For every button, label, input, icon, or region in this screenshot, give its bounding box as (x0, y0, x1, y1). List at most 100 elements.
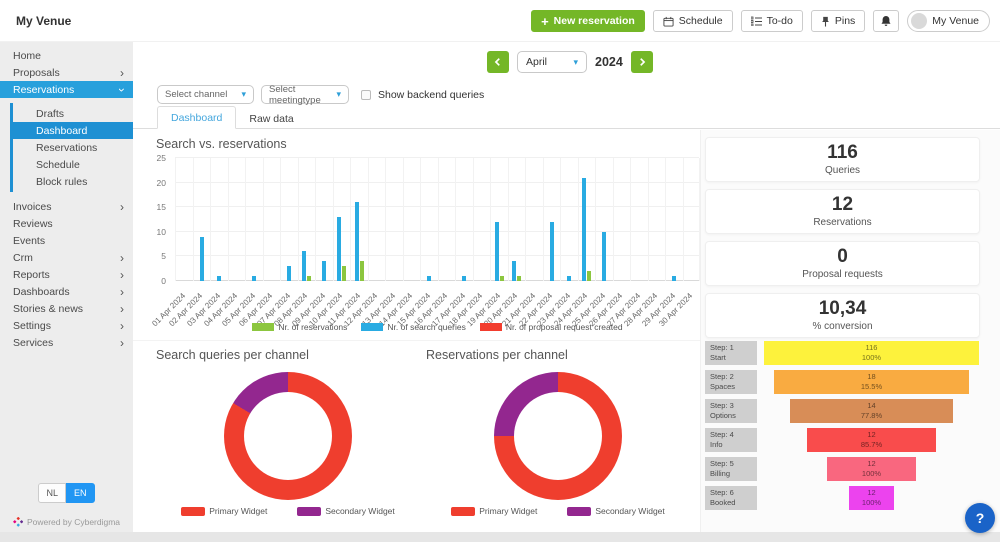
lang-nl-button[interactable]: NL (38, 483, 66, 503)
sidebar-item-label: Stories & news (13, 303, 83, 315)
sidebar-item-reviews[interactable]: Reviews (0, 215, 133, 232)
sidebar-item-schedule[interactable]: Schedule (13, 156, 133, 173)
month-select[interactable]: April ▾ (517, 51, 587, 73)
sidebar-item-label: Reviews (13, 218, 53, 230)
sidebar-item-label: Services (13, 337, 53, 349)
funnel-percent: 100% (862, 498, 881, 508)
sidebar-nav: HomeProposals›Reservations›DraftsDashboa… (0, 42, 133, 351)
legend-item-nr-of-proposal-request-created[interactable]: Nr. of proposal request created (480, 322, 623, 332)
todo-button[interactable]: To-do (741, 10, 803, 32)
sidebar-item-crm[interactable]: Crm› (0, 249, 133, 266)
calendar-icon (663, 16, 674, 27)
legend-swatch (361, 323, 383, 331)
y-axis-label: 20 (157, 179, 166, 188)
legend-label: Nr. of proposal request created (506, 322, 623, 332)
chevron-down-icon: ▾ (241, 89, 246, 100)
funnel-bar: 1285.7% (807, 428, 935, 452)
stat-card-proposal-requests: 0Proposal requests (705, 241, 980, 286)
chart-day-slot (298, 158, 316, 281)
lang-en-button[interactable]: EN (66, 483, 95, 503)
legend-item-primary-widget[interactable]: Primary Widget (181, 506, 267, 516)
y-axis: 0510152025 (148, 158, 170, 281)
stat-card-reservations: 12Reservations (705, 189, 980, 234)
funnel-bar: 1815.5% (774, 370, 969, 394)
pins-button[interactable]: Pins (811, 10, 865, 32)
funnel-step-label: Step: 3Options (705, 399, 757, 423)
sidebar-item-proposals[interactable]: Proposals› (0, 64, 133, 81)
channel-select[interactable]: Select channel ▾ (157, 85, 254, 104)
notifications-button[interactable] (873, 10, 899, 32)
legend-swatch (252, 323, 274, 331)
reservations-donut-panel: Reservations per channel Primary WidgetS… (420, 348, 696, 516)
funnel-bar: 12100% (827, 457, 916, 481)
legend-item-secondary-widget[interactable]: Secondary Widget (297, 506, 394, 516)
legend-item-secondary-widget[interactable]: Secondary Widget (567, 506, 664, 516)
sidebar-item-reservations[interactable]: Reservations› (0, 81, 133, 98)
chevron-down-icon: › (116, 88, 128, 92)
sidebar-item-home[interactable]: Home (0, 47, 133, 64)
chevron-down-icon: ▾ (336, 89, 341, 100)
bar-nr-of-reservations (587, 271, 591, 281)
year-label: 2024 (595, 55, 623, 69)
legend-label: Nr. of search queries (387, 322, 465, 332)
new-reservation-label: New reservation (554, 15, 635, 27)
funnel-step-spaces: Step: 2Spaces 1815.5% (705, 370, 980, 394)
tabs-row: Dashboard Raw data (133, 109, 1000, 129)
funnel-step-info: Step: 4Info1285.7% (705, 428, 980, 452)
sidebar-item-dashboard[interactable]: Dashboard (13, 122, 133, 139)
chart-day-slot (193, 158, 211, 281)
sidebar-item-label: Events (13, 235, 45, 247)
sidebar-item-label: Crm (13, 252, 33, 264)
sidebar-item-block-rules[interactable]: Block rules (13, 173, 133, 190)
checklist-icon (751, 16, 762, 26)
meetingtype-select[interactable]: Select meetingtype ▾ (261, 85, 349, 104)
sidebar-item-stories-news[interactable]: Stories & news› (0, 300, 133, 317)
chevron-right-icon: › (120, 67, 124, 79)
stat-label: Queries (825, 165, 860, 176)
chart-day-slot (613, 158, 631, 281)
sidebar-item-reservations[interactable]: Reservations (13, 139, 133, 156)
stat-label: Proposal requests (802, 269, 883, 280)
funnel-step-label: Step: 2Spaces (705, 370, 757, 394)
sidebar-item-services[interactable]: Services › (0, 334, 133, 351)
sidebar-item-dashboards[interactable]: Dashboards› (0, 283, 133, 300)
sidebar-item-settings[interactable]: Settings› (0, 317, 133, 334)
funnel-step-name: Info (710, 440, 752, 450)
schedule-button[interactable]: Schedule (653, 10, 733, 32)
legend-item-primary-widget[interactable]: Primary Widget (451, 506, 537, 516)
chart-day-slot (490, 158, 508, 281)
legend-label: Secondary Widget (595, 506, 664, 516)
sidebar-item-label: Home (13, 50, 41, 62)
tab-dashboard[interactable]: Dashboard (157, 106, 236, 129)
sidebar-item-drafts[interactable]: Drafts (13, 105, 133, 122)
bar-nr-of-search-queries (672, 276, 676, 281)
sidebar-item-reports[interactable]: Reports› (0, 266, 133, 283)
bar-nr-of-search-queries (355, 202, 359, 281)
bar-nr-of-search-queries (427, 276, 431, 281)
chart-day-slot (350, 158, 368, 281)
funnel-percent: 77.8% (861, 411, 882, 421)
y-axis-label: 0 (161, 277, 166, 286)
sidebar-item-invoices[interactable]: Invoices› (0, 198, 133, 215)
show-backend-queries-checkbox[interactable] (361, 90, 371, 100)
reservations-donut-chart (494, 372, 622, 500)
previous-month-button[interactable] (487, 51, 509, 73)
chart-day-slot (595, 158, 613, 281)
new-reservation-button[interactable]: + New reservation (531, 10, 645, 32)
legend-label: Secondary Widget (325, 506, 394, 516)
stat-value: 10,34 (819, 299, 867, 318)
help-button[interactable]: ? (965, 503, 995, 533)
meetingtype-select-value: Select meetingtype (269, 84, 336, 106)
funnel-value: 18 (867, 372, 875, 382)
account-menu-button[interactable]: My Venue (907, 10, 990, 32)
tab-raw-data[interactable]: Raw data (236, 108, 306, 129)
chevron-right-icon: › (120, 337, 124, 349)
legend-item-nr-of-reservations[interactable]: Nr. of reservations (252, 322, 347, 332)
donut-legend: Primary Widget Secondary Widget (420, 506, 696, 516)
bar-nr-of-search-queries (582, 178, 586, 281)
legend-item-nr-of-search-queries[interactable]: Nr. of search queries (361, 322, 465, 332)
sidebar-item-events[interactable]: Events (0, 232, 133, 249)
next-month-button[interactable] (631, 51, 653, 73)
funnel-track: 12100% (763, 486, 980, 510)
funnel-step-name: Start (710, 353, 752, 363)
